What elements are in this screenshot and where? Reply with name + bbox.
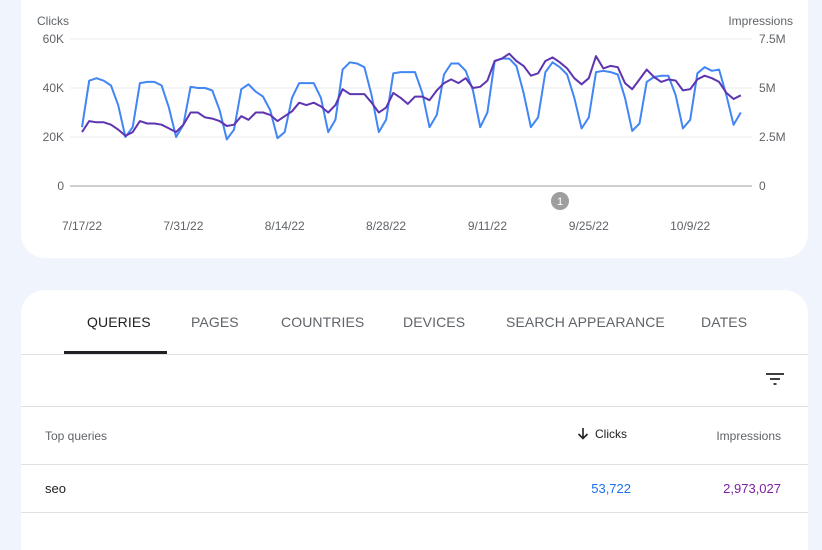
left-tick-label: 0 (57, 179, 64, 193)
left-axis-title: Clicks (37, 14, 69, 28)
left-tick-label: 60K (43, 32, 64, 46)
tab-pages[interactable]: PAGES (191, 314, 239, 330)
x-tick-label: 7/31/22 (163, 219, 203, 233)
filter-bar (21, 355, 808, 407)
tab-devices[interactable]: DEVICES (403, 314, 465, 330)
x-tick-label: 9/25/22 (569, 219, 609, 233)
tab-dates[interactable]: DATES (701, 314, 747, 330)
right-tick-label: 5M (759, 81, 776, 95)
tab-queries[interactable]: QUERIES (87, 314, 151, 330)
dimension-tabs: QUERIES PAGES COUNTRIES DEVICES SEARCH A… (21, 290, 808, 355)
x-tick-label: 7/17/22 (62, 219, 102, 233)
right-tick-label: 2.5M (759, 130, 786, 144)
column-header-top-queries[interactable]: Top queries (45, 429, 107, 443)
right-tick-label: 7.5M (759, 32, 786, 46)
tab-search-appearance[interactable]: SEARCH APPEARANCE (506, 314, 665, 330)
impressions-cell: 2,973,027 (723, 481, 781, 496)
query-cell[interactable]: seo (45, 481, 66, 496)
clicks-header-label: Clicks (595, 427, 627, 441)
annotation-label: 1 (557, 196, 563, 208)
left-tick-label: 40K (43, 81, 64, 95)
table-row[interactable]: seo 53,722 2,973,027 (21, 465, 808, 513)
right-tick-label: 0 (759, 179, 766, 193)
active-tab-indicator (64, 351, 167, 354)
column-header-impressions[interactable]: Impressions (716, 429, 781, 443)
clicks-cell: 53,722 (591, 481, 631, 496)
arrow-down-icon (577, 428, 589, 440)
filter-list-icon[interactable] (765, 371, 785, 387)
impressions-series-line (81, 52, 742, 137)
x-tick-label: 8/28/22 (366, 219, 406, 233)
x-tick-label: 8/14/22 (265, 219, 305, 233)
performance-chart: Clicks Impressions 0 0 20K 2.5M 40K 5M 60K 7.5M 7/… (37, 14, 793, 233)
tab-countries[interactable]: COUNTRIES (281, 314, 364, 330)
performance-chart-card: Clicks Impressions 0 0 20K 2.5M 40K 5M 60K 7.5M 7/… (21, 0, 808, 258)
table-header: Top queries Clicks Impressions (21, 407, 808, 465)
x-tick-label: 9/11/22 (468, 219, 507, 233)
x-tick-label: 10/9/22 (670, 219, 710, 233)
column-header-clicks[interactable]: Clicks (577, 427, 627, 441)
left-tick-label: 20K (43, 130, 64, 144)
right-axis-title: Impressions (728, 14, 793, 28)
dimensions-table-card: QUERIES PAGES COUNTRIES DEVICES SEARCH A… (21, 290, 808, 550)
